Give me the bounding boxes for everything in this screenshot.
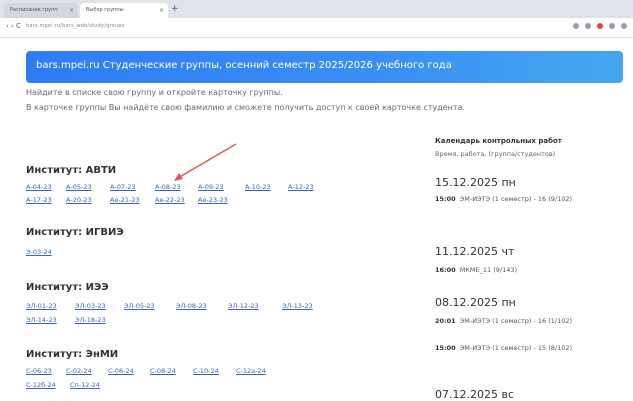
menu-icon[interactable]: [621, 23, 627, 29]
group-link[interactable]: С-08-24: [150, 367, 176, 375]
extension-icon[interactable]: [585, 23, 591, 29]
group-link[interactable]: ЭЛ-01-23: [26, 302, 57, 310]
institute-title: Институт: ЭнМИ: [26, 349, 119, 360]
close-icon[interactable]: ×: [159, 3, 164, 18]
group-link[interactable]: ЭЛ-08-23: [176, 302, 207, 310]
url-field[interactable]: bars.mpei.ru/bars_web/study/groups: [26, 23, 124, 29]
toolbar-icons: [573, 23, 627, 29]
event-text: МКМЕ_11 (9/143): [459, 266, 518, 274]
group-link[interactable]: Ае-23-23: [198, 196, 228, 204]
group-link[interactable]: С-06-23: [26, 367, 52, 375]
arrow-annotation: [174, 143, 237, 181]
event-time: 16:00: [435, 266, 456, 274]
profile-icon[interactable]: [597, 23, 603, 29]
calendar-event[interactable]: 15:00 ЭМ-ИЭТЭ (1 семестр) - 15 (8/102): [435, 343, 625, 353]
institute-title: Институт: АВТИ: [26, 165, 117, 176]
calendar-day: 08.12.2025 пн: [435, 296, 516, 309]
nav-buttons[interactable]: ‹ › C: [6, 22, 21, 30]
page-title: bars.mpei.ru Студенческие группы, осенни…: [36, 60, 452, 71]
group-link[interactable]: А-05-23: [66, 183, 92, 191]
group-link[interactable]: С-12б-24: [26, 381, 56, 389]
group-link[interactable]: С-06-24: [108, 367, 134, 375]
download-icon[interactable]: [609, 23, 615, 29]
address-bar: ‹ › C bars.mpei.ru/bars_web/study/groups: [0, 18, 633, 38]
group-link[interactable]: А-07-23: [110, 183, 136, 191]
group-link[interactable]: С-12а-24: [236, 367, 266, 375]
calendar-day: 11.12.2025 чт: [435, 245, 515, 258]
group-link[interactable]: А-04-23: [26, 183, 52, 191]
group-link[interactable]: ЭЛ-05-23: [124, 302, 155, 310]
group-link[interactable]: С-02-24: [66, 367, 92, 375]
event-text: ЭМ-ИЭТЭ (1 семестр) - 15 (8/102): [459, 344, 573, 352]
calendar-event[interactable]: 20:01 ЭМ-ИЭТЭ (1 семестр) - 16 (1/102): [435, 316, 625, 326]
browser-tab-schedule[interactable]: Расписание групп ×: [4, 3, 78, 18]
calendar-event[interactable]: 16:00 МКМЕ_11 (9/143): [435, 265, 625, 275]
event-text: ЭМ-ИЭТЭ (1 семестр) - 16 (9/102): [459, 195, 573, 203]
group-link[interactable]: Сп-12-24: [70, 381, 100, 389]
browser-tab-bar: Расписание групп × Выбор группы × +: [0, 0, 633, 18]
group-link[interactable]: ЭЛ-03-23: [75, 302, 106, 310]
calendar-event[interactable]: 15:00 ЭМ-ИЭТЭ (1 семестр) - 16 (9/102): [435, 194, 625, 204]
event-time: 15:00: [435, 195, 456, 203]
page-banner: bars.mpei.ru Студенческие группы, осенни…: [26, 51, 623, 83]
close-icon[interactable]: ×: [69, 3, 74, 18]
group-link[interactable]: ЭЛ-12-23: [228, 302, 259, 310]
event-text: ЭМ-ИЭТЭ (1 семестр) - 16 (1/102): [459, 317, 573, 325]
group-link[interactable]: А-17-23: [26, 196, 52, 204]
calendar-title: Календарь контрольных работ: [435, 137, 562, 145]
group-link[interactable]: ЭЛ-13-23: [282, 302, 313, 310]
institute-title: Институт: ИГВИЭ: [26, 227, 124, 238]
group-link[interactable]: А-20-23: [66, 196, 92, 204]
group-link[interactable]: А-10-23: [245, 183, 271, 191]
intro-text: В карточке группы Вы найдёте свою фамили…: [26, 103, 466, 112]
event-time: 15:00: [435, 344, 456, 352]
browser-tab-label: Выбор группы: [86, 7, 124, 13]
group-link[interactable]: Ае-22-23: [155, 196, 185, 204]
browser-tab-groups[interactable]: Выбор группы ×: [80, 3, 168, 18]
calendar-subtitle: Время, работа, (группа/студентов): [435, 150, 556, 158]
browser-tab-label: Расписание групп: [10, 7, 58, 13]
calendar-day: 07.12.2025 вс: [435, 388, 515, 401]
intro-text: Найдите в списке свою группу и откройте …: [26, 88, 283, 97]
new-tab-button[interactable]: +: [171, 3, 179, 15]
calendar-day: 15.12.2025 пн: [435, 176, 516, 189]
bookmark-icon[interactable]: [573, 23, 579, 29]
event-time: 20:01: [435, 317, 456, 325]
group-link[interactable]: ЭЛ-14-23: [26, 316, 57, 324]
group-link[interactable]: Ае-21-23: [110, 196, 140, 204]
group-link[interactable]: Э-03-24: [26, 248, 52, 256]
group-link[interactable]: ЭЛ-18-23: [75, 316, 106, 324]
group-link[interactable]: С-10-24: [193, 367, 219, 375]
group-link[interactable]: А-12-23: [288, 183, 314, 191]
institute-title: Институт: ИЭЭ: [26, 282, 109, 293]
